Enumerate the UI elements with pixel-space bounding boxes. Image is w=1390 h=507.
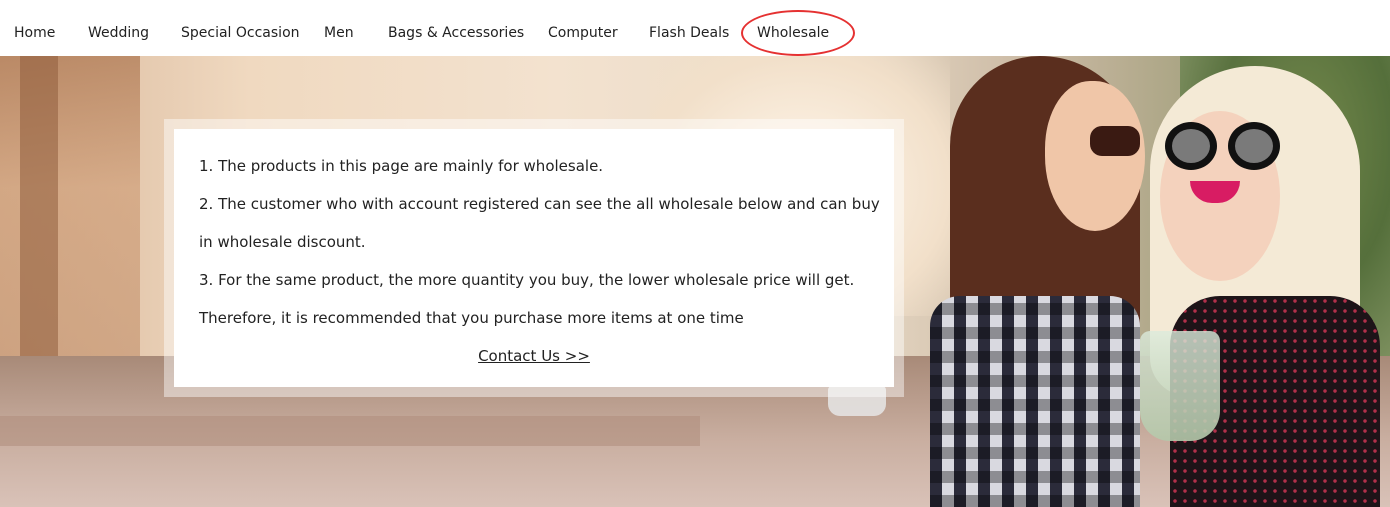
- sunglasses-right-lens-right: [1228, 122, 1280, 170]
- info-line-4: 3. For the same product, the more quanti…: [199, 271, 855, 289]
- info-line-2: 2. The customer who with account registe…: [199, 195, 880, 213]
- nav-item-home[interactable]: Home: [14, 25, 55, 41]
- nav-item-special-occasion[interactable]: Special Occasion: [181, 25, 300, 41]
- model-left-face: [1045, 81, 1145, 231]
- wholesale-info-box: 1. The products in this page are mainly …: [174, 129, 894, 387]
- info-line-3: in wholesale discount.: [199, 233, 366, 251]
- info-line-1: 1. The products in this page are mainly …: [199, 157, 604, 175]
- sunglasses-left: [1090, 126, 1140, 156]
- background-pillar: [20, 56, 58, 386]
- nav-item-wedding[interactable]: Wedding: [88, 25, 149, 41]
- nav-item-computer[interactable]: Computer: [548, 25, 618, 41]
- iced-drink-cup: [1140, 331, 1220, 441]
- nav-item-bags-accessories[interactable]: Bags & Accessories: [388, 25, 524, 41]
- contact-us-link[interactable]: Contact Us >>: [199, 337, 869, 375]
- info-line-5: Therefore, it is recommended that you pu…: [199, 309, 744, 327]
- model-left-plaid-shirt: [930, 296, 1140, 507]
- nav-item-men[interactable]: Men: [324, 25, 354, 41]
- background-step: [0, 416, 700, 446]
- top-navigation: Home Wedding Special Occasion Men Bags &…: [0, 0, 1390, 56]
- highlight-circle: [741, 10, 855, 56]
- nav-item-flash-deals[interactable]: Flash Deals: [649, 25, 729, 41]
- sunglasses-right-lens-left: [1165, 122, 1217, 170]
